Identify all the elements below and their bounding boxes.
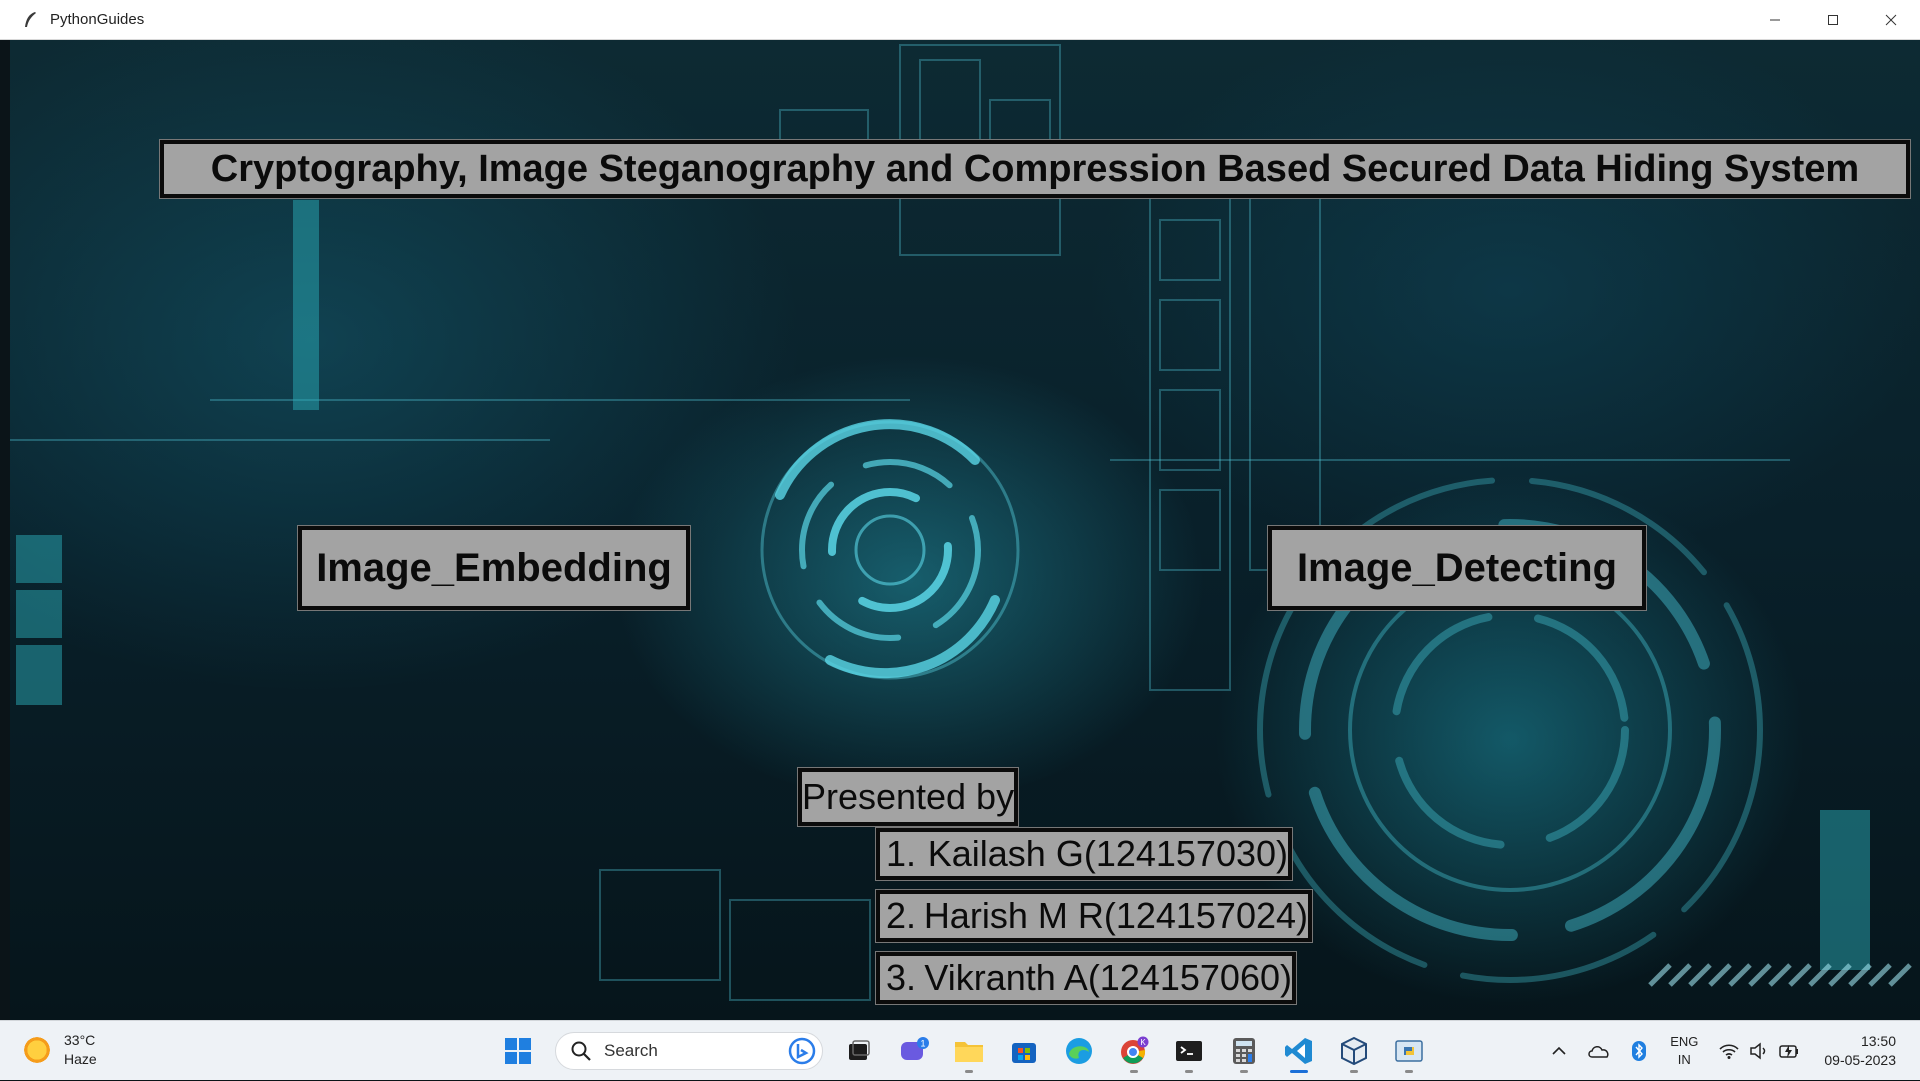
- member-name: Vikranth A(124157060): [924, 957, 1292, 998]
- weather-condition: Haze: [64, 1051, 97, 1067]
- store-button[interactable]: [1002, 1029, 1046, 1073]
- close-icon: [1885, 14, 1897, 26]
- taskbar-search-input[interactable]: Search: [555, 1032, 823, 1070]
- chrome-icon: K: [1121, 1036, 1149, 1064]
- member-name: Kailash G(124157030): [927, 833, 1288, 874]
- weather-temp: 33°C: [64, 1032, 96, 1048]
- taskbar: 33°C Haze Search 1 K ENG IN 13:50 09-05-…: [0, 1020, 1920, 1080]
- language-indicator[interactable]: ENG IN: [1670, 1033, 1698, 1069]
- language-line2: IN: [1677, 1052, 1691, 1067]
- window-title: PythonGuides: [50, 11, 145, 28]
- presented-by-label: Presented by: [797, 767, 1019, 827]
- start-button[interactable]: [496, 1029, 540, 1073]
- edge-button[interactable]: [1057, 1029, 1101, 1073]
- running-indicator: [1405, 1070, 1413, 1073]
- weather-widget[interactable]: 33°C Haze: [22, 1031, 97, 1069]
- search-icon: [571, 1041, 591, 1061]
- calculator-icon: [1233, 1038, 1255, 1064]
- image-detecting-button[interactable]: Image_Detecting: [1267, 525, 1647, 611]
- chat-badge: 1: [920, 1039, 925, 1049]
- chrome-profile-badge: K: [1140, 1038, 1146, 1047]
- python-icon: [1395, 1040, 1423, 1062]
- app-title-label: Cryptography, Image Steganography and Co…: [159, 139, 1911, 199]
- store-icon: [1012, 1043, 1036, 1063]
- minimize-icon: [1770, 19, 1780, 21]
- edge-icon: [1066, 1038, 1092, 1064]
- member-name: Harish M R(124157024): [923, 895, 1308, 936]
- running-indicator: [1240, 1070, 1248, 1073]
- running-indicator-active: [1290, 1070, 1308, 1073]
- terminal-button[interactable]: [1167, 1029, 1211, 1073]
- sun-haze-icon: [22, 1035, 52, 1065]
- clock-time: 13:50: [1860, 1033, 1896, 1049]
- maximize-icon: [1828, 15, 1838, 25]
- bluetooth-tray-button[interactable]: [1624, 1036, 1654, 1066]
- window-titlebar: PythonGuides: [0, 0, 1920, 40]
- terminal-icon: [1176, 1041, 1202, 1061]
- onedrive-icon: [1588, 1046, 1609, 1058]
- minimize-button[interactable]: [1746, 0, 1804, 40]
- wifi-icon: [1719, 1044, 1739, 1059]
- volume-tray-button[interactable]: [1744, 1036, 1774, 1066]
- bluetooth-icon: [1632, 1041, 1647, 1061]
- member-item: 2. Harish M R(124157024): [875, 889, 1313, 943]
- maximize-button[interactable]: [1804, 0, 1862, 40]
- file-explorer-icon: [955, 1042, 983, 1062]
- chevron-up-icon: [1552, 1046, 1566, 1055]
- member-number: 2.: [886, 895, 917, 936]
- running-indicator: [1185, 1070, 1193, 1073]
- member-item: 1. Kailash G(124157030): [875, 827, 1293, 881]
- app-canvas: Cryptography, Image Steganography and Co…: [10, 40, 1920, 1020]
- volume-icon: [1750, 1042, 1766, 1060]
- vscode-icon: [1285, 1038, 1312, 1064]
- running-indicator: [1130, 1070, 1138, 1073]
- chat-icon: 1: [901, 1037, 929, 1060]
- feather-icon: [25, 11, 36, 27]
- close-button[interactable]: [1862, 0, 1920, 40]
- image-embedding-button[interactable]: Image_Embedding: [297, 525, 691, 611]
- onedrive-tray-button[interactable]: [1584, 1036, 1614, 1066]
- network-tray-button[interactable]: [1714, 1036, 1744, 1066]
- chat-button[interactable]: 1: [892, 1029, 936, 1073]
- calculator-button[interactable]: [1222, 1029, 1266, 1073]
- member-item: 3. Vikranth A(124157060): [875, 951, 1297, 1005]
- member-number: 1.: [886, 833, 917, 874]
- windows-start-icon: [505, 1038, 531, 1064]
- virtualbox-button[interactable]: [1332, 1029, 1376, 1073]
- clock-date: 09-05-2023: [1824, 1052, 1896, 1068]
- language-line1: ENG: [1670, 1034, 1699, 1049]
- battery-icon: [1779, 1045, 1799, 1058]
- file-explorer-button[interactable]: [947, 1029, 991, 1073]
- battery-tray-button[interactable]: [1774, 1036, 1804, 1066]
- virtualbox-icon: [1341, 1036, 1367, 1066]
- running-indicator: [965, 1070, 973, 1073]
- search-placeholder: Search: [604, 1041, 658, 1060]
- task-view-icon: [849, 1040, 870, 1060]
- running-indicator: [1350, 1070, 1358, 1073]
- chrome-button[interactable]: K: [1112, 1029, 1156, 1073]
- python-app-button[interactable]: [1387, 1029, 1431, 1073]
- task-view-button[interactable]: [837, 1029, 881, 1073]
- vscode-button[interactable]: [1277, 1029, 1321, 1073]
- show-hidden-icons-button[interactable]: [1544, 1036, 1574, 1066]
- system-clock[interactable]: 13:50 09-05-2023: [1824, 1032, 1896, 1070]
- member-number: 3.: [886, 957, 917, 998]
- bing-icon[interactable]: [788, 1037, 816, 1065]
